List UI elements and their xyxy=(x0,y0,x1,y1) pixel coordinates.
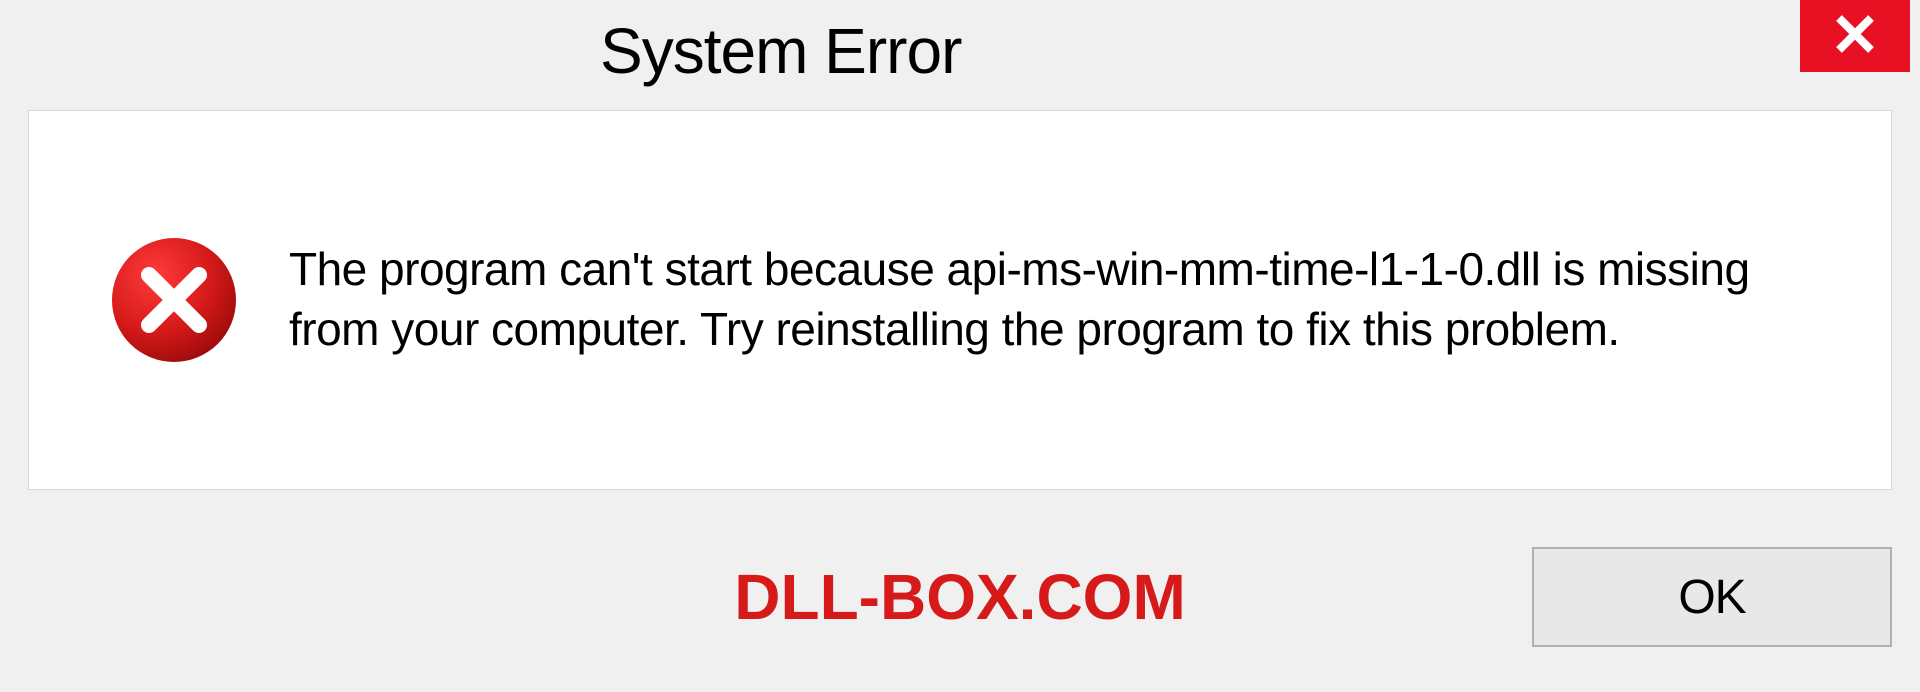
error-message: The program can't start because api-ms-w… xyxy=(289,240,1811,360)
watermark-text: DLL-BOX.COM xyxy=(734,560,1186,634)
close-icon xyxy=(1831,10,1879,63)
content-panel: The program can't start because api-ms-w… xyxy=(28,110,1892,490)
dialog-title: System Error xyxy=(600,14,961,88)
error-dialog: System Error xyxy=(0,0,1920,692)
close-button[interactable] xyxy=(1800,0,1910,72)
ok-button[interactable]: OK xyxy=(1532,547,1892,647)
error-icon xyxy=(109,235,239,365)
titlebar: System Error xyxy=(0,0,1920,96)
ok-button-label: OK xyxy=(1678,570,1745,625)
footer: DLL-BOX.COM OK xyxy=(28,532,1892,662)
